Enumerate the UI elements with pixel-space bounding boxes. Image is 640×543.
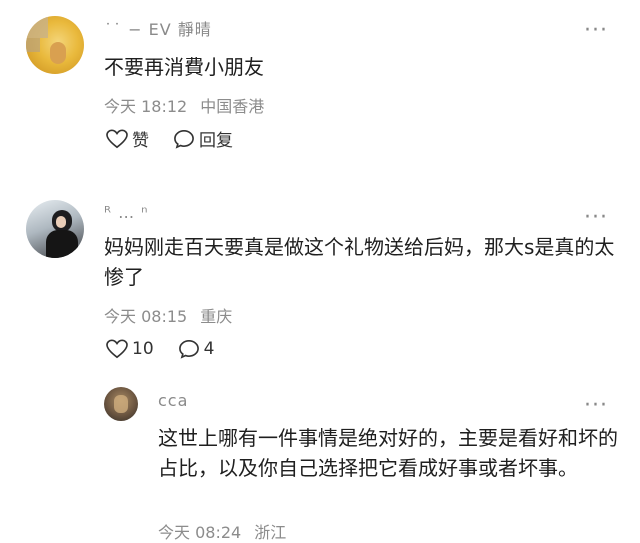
avatar[interactable] <box>26 16 84 74</box>
avatar[interactable] <box>26 200 84 258</box>
heart-icon <box>106 339 128 359</box>
reply-button[interactable]: 回复 <box>173 126 233 151</box>
comment-actions: 10 4 <box>106 339 238 359</box>
location: 中国香港 <box>200 97 265 116</box>
comment-meta: 今天 08:15 重庆 <box>104 303 240 327</box>
location: 浙江 <box>254 523 287 542</box>
comment-text: 妈妈刚走百天要真是做这个礼物送给后妈，那大s是真的太惨了 <box>104 235 615 289</box>
timestamp: 今天 08:15 <box>104 307 188 326</box>
like-button[interactable]: 10 <box>106 339 154 359</box>
like-button[interactable]: 赞 <box>106 126 149 151</box>
comment-actions: 赞 回复 <box>106 126 257 151</box>
like-label: 赞 <box>132 131 149 151</box>
username[interactable]: cca <box>158 391 188 410</box>
reply-button[interactable]: 4 <box>178 339 215 359</box>
comment-meta: 今天 18:12 中国香港 <box>104 93 272 117</box>
like-count: 10 <box>132 339 154 359</box>
reply-item: cca ··· 这世上哪有一件事情是绝对好的，主要是看好和坏的占比，以及你自己选… <box>0 383 640 543</box>
location: 重庆 <box>200 307 233 326</box>
heart-icon <box>106 129 128 148</box>
more-dots-icon[interactable]: ··· <box>584 207 608 229</box>
comment-bubble-icon <box>174 129 194 149</box>
comment-item: ᴿ … ⁿ ··· 妈妈刚走百天要真是做这个礼物送给后妈，那大s是真的太惨了 今… <box>0 195 640 375</box>
comment-text: 这世上哪有一件事情是绝对好的，主要是看好和坏的占比，以及你自己选择把它看成好事或… <box>158 426 618 480</box>
username[interactable]: ᴿ … ⁿ <box>104 203 149 222</box>
reply-count: 4 <box>203 339 215 359</box>
comment-meta: 今天 08:24 浙江 <box>158 519 294 543</box>
comment-item: ˙˙ − EV 靜晴 ··· 不要再消費小朋友 今天 18:12 中国香港 赞 … <box>0 0 640 175</box>
avatar[interactable] <box>104 387 138 421</box>
more-dots-icon[interactable]: ··· <box>584 395 608 417</box>
username[interactable]: ˙˙ − EV 靜晴 <box>104 16 212 40</box>
timestamp: 今天 08:24 <box>158 523 242 542</box>
comment-text: 不要再消費小朋友 <box>104 55 264 79</box>
timestamp: 今天 18:12 <box>104 97 188 116</box>
reply-label: 回复 <box>199 131 233 151</box>
comment-bubble-icon <box>178 339 199 359</box>
more-dots-icon[interactable]: ··· <box>584 20 608 42</box>
